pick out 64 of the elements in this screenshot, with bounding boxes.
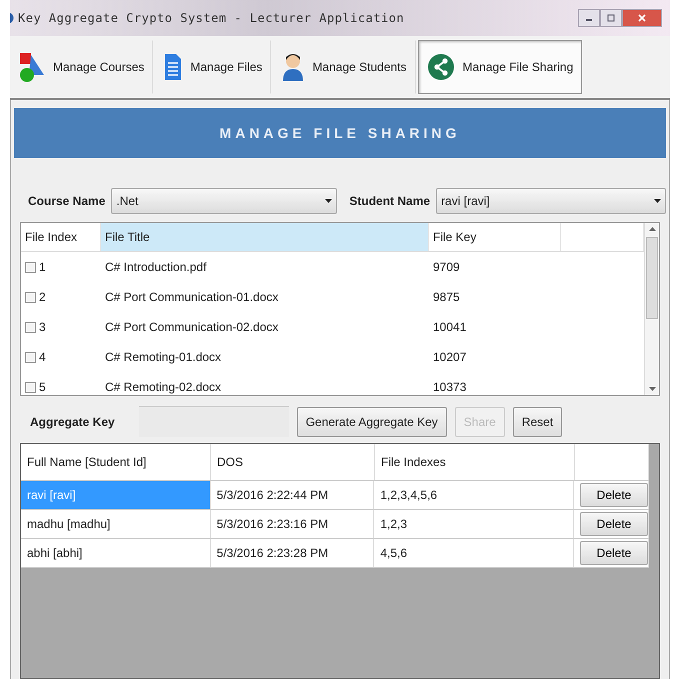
- column-header[interactable]: File Title: [101, 223, 429, 251]
- delete-button[interactable]: Delete: [580, 541, 648, 565]
- field-label: Student Name: [349, 194, 430, 208]
- checkbox[interactable]: [25, 322, 36, 332]
- table-cell: 3: [39, 320, 46, 334]
- dropdown-arrow-icon: [325, 199, 332, 203]
- student-dropdown[interactable]: ravi [ravi]: [436, 188, 666, 214]
- table-cell: 5/3/2016 2:23:16 PM: [210, 510, 374, 538]
- delete-button[interactable]: Delete: [580, 512, 648, 536]
- table-cell: 4,5,6: [374, 539, 574, 567]
- field-label: Aggregate Key: [30, 414, 115, 428]
- checkbox[interactable]: [25, 292, 36, 302]
- blocks-icon: [19, 51, 45, 83]
- table-cell: 5: [39, 380, 46, 394]
- table-cell-text: C# Introduction.pdf: [104, 260, 208, 274]
- table-cell-text: 9709: [432, 260, 461, 274]
- table-cell[interactable]: abhi [abhi]: [21, 539, 211, 567]
- table-cell-text: 10207: [432, 350, 468, 364]
- minimize-button[interactable]: [578, 9, 600, 27]
- table-cell: 1: [39, 260, 46, 274]
- delete-button[interactable]: Delete: [580, 483, 648, 507]
- maximize-icon: [606, 13, 616, 23]
- scrollbar[interactable]: [644, 223, 659, 395]
- table-cell-text: C# Port Communication-01.docx: [104, 290, 280, 304]
- table-cell: 4: [39, 350, 46, 364]
- section-header: MANAGE FILE SHARING: [14, 108, 666, 158]
- table-cell-text: C# Port Communication-02.docx: [104, 320, 280, 334]
- table-cell-text: C# Remoting-01.docx: [104, 350, 222, 364]
- window-title: Key Aggregate Crypto System - Lecturer Application: [18, 11, 404, 25]
- table-cell: 5/3/2016 2:22:44 PM: [210, 481, 374, 509]
- checkbox[interactable]: [25, 262, 36, 272]
- scroll-down-icon: [648, 387, 656, 391]
- column-header[interactable]: File Indexes: [375, 444, 575, 480]
- action-button[interactable]: Reset: [512, 406, 562, 436]
- table-cell-text: 10041: [432, 320, 468, 334]
- table-cell: 1,2,3: [374, 510, 574, 538]
- share-icon: [426, 53, 455, 81]
- dropdown-arrow-icon: [654, 199, 661, 203]
- aggregate-key-field[interactable]: [138, 406, 289, 437]
- course-dropdown[interactable]: .Net: [111, 188, 338, 214]
- toolbar-tab[interactable]: Manage Courses: [10, 40, 154, 94]
- column-header[interactable]: File Key: [429, 223, 561, 251]
- table-cell-text: 10373: [432, 380, 468, 394]
- maximize-button[interactable]: [600, 9, 622, 27]
- toolbar-tab[interactable]: Manage Files: [155, 40, 272, 94]
- toolbar-tab[interactable]: Manage File Sharing: [418, 40, 582, 94]
- column-header[interactable]: DOS: [211, 444, 375, 480]
- table-cell: 2: [39, 290, 46, 304]
- toolbar-tab[interactable]: Manage Students: [273, 40, 416, 94]
- person-icon: [282, 52, 304, 82]
- table-cell[interactable]: madhu [madhu]: [21, 510, 211, 538]
- scroll-up-icon: [648, 227, 656, 231]
- table-cell-text: 9875: [432, 290, 461, 304]
- checkbox[interactable]: [25, 352, 36, 362]
- close-button[interactable]: [622, 9, 662, 27]
- field-label: Course Name: [28, 194, 106, 208]
- document-icon: [164, 53, 182, 81]
- table-cell: 5/3/2016 2:23:28 PM: [210, 539, 374, 567]
- action-button[interactable]: Generate Aggregate Key: [296, 406, 447, 436]
- table-cell: 1,2,3,4,5,6: [374, 481, 574, 509]
- checkbox[interactable]: [25, 382, 36, 392]
- column-header[interactable]: Full Name [Student Id]: [21, 444, 211, 480]
- close-icon: [637, 13, 647, 23]
- table-cell-text: C# Remoting-02.docx: [104, 380, 222, 394]
